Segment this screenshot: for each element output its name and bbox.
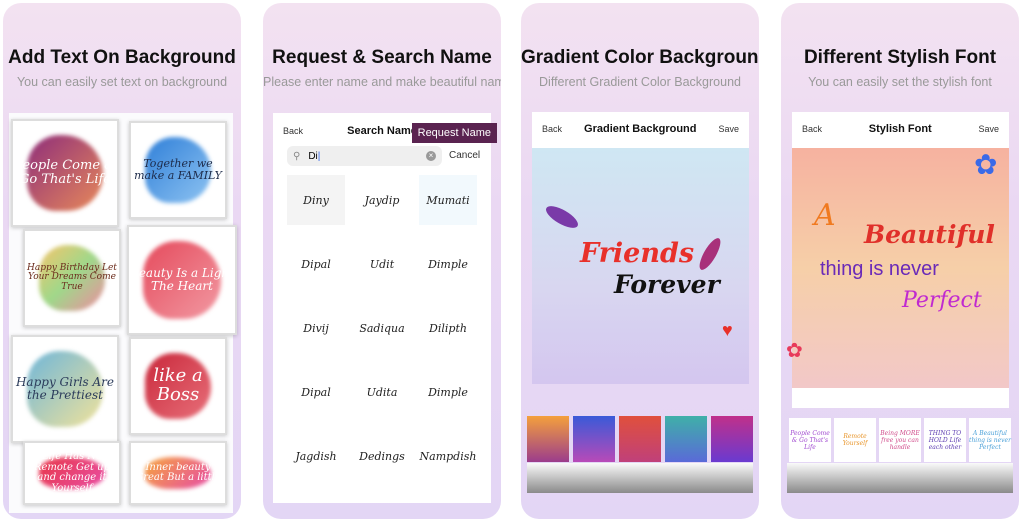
gradient-swatch[interactable] (573, 416, 615, 462)
gradient-swatch[interactable] (711, 416, 753, 462)
search-screen: Back Search Name Request Name ⚲ Di | × Ca… (273, 113, 497, 503)
template-grid: People Come & Go That's Life Together we… (9, 113, 237, 513)
template-tile[interactable]: Inner beauty Great But a little (129, 441, 227, 505)
font-thumbnail[interactable]: THING TO HOLD Life each other (924, 418, 966, 462)
save-button[interactable]: Save (978, 124, 999, 134)
template-tile[interactable]: Happy Birthday Let Your Dreams Come True (23, 229, 121, 327)
screen-title: Stylish Font (868, 123, 932, 135)
panel-add-text: Add Text On Background You can easily se… (3, 3, 241, 519)
signature-option[interactable]: Mumati (419, 175, 477, 225)
signature-option[interactable]: Dimple (419, 239, 477, 289)
panel-subtitle: Please enter name and make beautiful nam… (263, 75, 501, 89)
panel-gradient: Gradient Color Background Different Grad… (521, 3, 759, 519)
panel-subtitle: Different Gradient Color Background (539, 75, 741, 89)
signature-option[interactable]: Jaydip (353, 175, 411, 225)
canvas-preview: Friends Forever ♥ (532, 148, 749, 384)
font-thumbnail[interactable]: People Come & Go That's Life (789, 418, 831, 462)
template-tile[interactable]: Together we make a FAMILY (129, 121, 227, 219)
gradient-swatch[interactable] (527, 416, 569, 462)
back-button[interactable]: Back (283, 126, 303, 136)
save-button[interactable]: Save (718, 124, 739, 134)
signature-option[interactable]: Divij (287, 303, 345, 353)
editor-screen: Back Gradient Background Save Friends Fore… (532, 112, 749, 384)
font-thumbnail[interactable]: A Beautiful thing is never Perfect (969, 418, 1011, 462)
panel-title: Different Stylish Font (803, 47, 997, 68)
quote-line: A (814, 198, 836, 233)
heart-icon: ♥ (722, 320, 733, 340)
signature-option[interactable]: Jagdish (287, 431, 345, 481)
signature-option[interactable]: Udit (353, 239, 411, 289)
template-tile[interactable]: Happy Girls Are the Prettiest (11, 335, 119, 443)
font-thumbnail[interactable]: Remote Yourself (834, 418, 876, 462)
search-input[interactable]: ⚲ Di | × (287, 146, 442, 166)
signature-option[interactable]: Nampdish (419, 431, 477, 481)
gradient-swatch[interactable] (619, 416, 661, 462)
clear-icon[interactable]: × (426, 151, 436, 161)
signature-option[interactable]: Dedings (353, 431, 411, 481)
template-tile[interactable]: Life Has No Remote Get up and change it … (23, 441, 121, 505)
font-thumbnail[interactable]: Being MORE free you can handle (879, 418, 921, 462)
search-icon: ⚲ (293, 150, 301, 162)
quote-line: thing is never (820, 258, 939, 280)
cancel-button[interactable]: Cancel (449, 150, 480, 161)
panel-subtitle: You can easily set text on background (16, 75, 228, 89)
panel-title: Request & Search Name (272, 47, 492, 68)
canvas-preview: A Beautiful thing is never Perfect ✿ ✿ (786, 148, 1009, 388)
panel-title: Gradient Color Background (521, 47, 759, 68)
signature-option[interactable]: Diny (287, 175, 345, 225)
forever-text: Forever (614, 270, 720, 299)
signature-option[interactable]: Sadiqua (353, 303, 411, 353)
panel-stylish-font: Different Stylish Font You can easily se… (781, 3, 1019, 519)
screen-title: Search Name (347, 125, 417, 137)
panel-subtitle: You can easily set the stylish font (808, 75, 992, 89)
signature-option[interactable]: Dilipth (419, 303, 477, 353)
request-name-button[interactable]: Request Name (411, 123, 497, 143)
bottom-bar (527, 463, 753, 493)
back-button[interactable]: Back (802, 124, 822, 134)
butterfly-icon: ✿ (974, 149, 998, 180)
quote-line: Beautiful (864, 220, 995, 249)
screen-title: Gradient Background (584, 123, 697, 135)
signature-option[interactable]: Dimple (419, 367, 477, 417)
butterfly-icon: ✿ (786, 340, 803, 362)
template-tile[interactable]: like a Boss (129, 337, 227, 435)
friends-text: Friends (580, 238, 695, 269)
template-tile[interactable]: Beauty Is a Light The Heart (127, 225, 237, 335)
bottom-bar (787, 463, 1013, 493)
template-tile[interactable]: People Come & Go That's Life (11, 119, 119, 227)
quote-line: Perfect (902, 288, 982, 313)
back-button[interactable]: Back (542, 124, 562, 134)
signature-option[interactable]: Dipal (287, 239, 345, 289)
panel-title: Add Text On Background (8, 47, 236, 68)
signature-option[interactable]: Dipal (287, 367, 345, 417)
signature-option[interactable]: Udita (353, 367, 411, 417)
panel-search-name: Request & Search Name Please enter name … (263, 3, 501, 519)
feather-icon (695, 235, 725, 273)
gradient-swatch[interactable] (665, 416, 707, 462)
feather-icon (542, 201, 582, 233)
editor-screen: Back Stylish Font Save A Beautiful thing i… (786, 112, 1009, 408)
